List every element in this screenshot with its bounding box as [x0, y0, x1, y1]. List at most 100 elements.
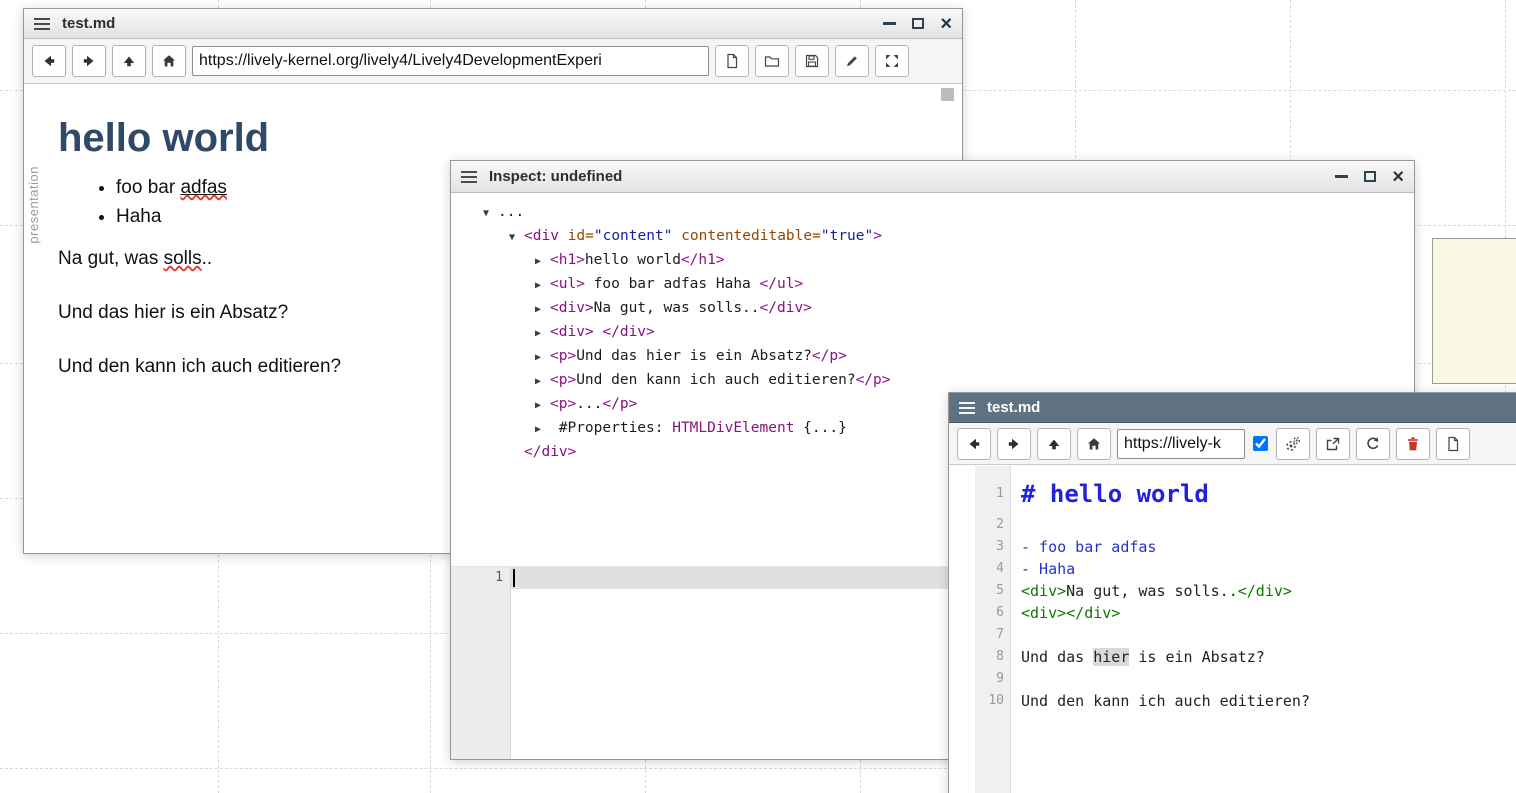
- back-button[interactable]: [957, 428, 991, 460]
- home-button[interactable]: [152, 45, 186, 77]
- presentation-label: presentation: [26, 166, 41, 244]
- code-token: Und den kann ich auch editieren?: [576, 372, 855, 388]
- code-line[interactable]: <div></div>: [1021, 602, 1516, 624]
- code-token: ...: [576, 396, 602, 412]
- disclosure-arrow-icon[interactable]: ▶: [535, 347, 550, 369]
- up-button[interactable]: [112, 45, 146, 77]
- menu-icon[interactable]: [959, 402, 975, 414]
- code-token: </div>: [1238, 582, 1292, 600]
- code-token: >: [873, 228, 882, 244]
- misspelled-word: adfas: [180, 177, 226, 198]
- pencil-icon: [844, 53, 860, 69]
- back-button[interactable]: [32, 45, 66, 77]
- code-token: <ul>: [550, 276, 585, 292]
- code-token: Und den kann ich auch editieren?: [1021, 692, 1310, 710]
- save-button[interactable]: [795, 45, 829, 77]
- disclosure-arrow-icon[interactable]: ▶: [535, 419, 550, 441]
- disclosure-arrow-icon[interactable]: ▶: [535, 251, 550, 273]
- open-external-button[interactable]: [1316, 428, 1350, 460]
- code-token: <p>: [550, 372, 576, 388]
- settings-button[interactable]: [1276, 428, 1310, 460]
- code-token: "content": [594, 228, 673, 244]
- code-line[interactable]: - Haha: [1021, 558, 1516, 580]
- disclosure-arrow-icon[interactable]: ▼: [509, 227, 524, 249]
- forward-button[interactable]: [997, 428, 1031, 460]
- source-code: # hello world - foo bar adfas- Haha<div>…: [1011, 466, 1516, 793]
- code-token: <div></div>: [1021, 604, 1120, 622]
- code-line[interactable]: Und das hier is ein Absatz?: [1021, 646, 1516, 668]
- disclosure-arrow-icon[interactable]: ▼: [483, 203, 498, 225]
- arrow-left-icon: [966, 436, 982, 452]
- line-number: 4: [975, 558, 1004, 580]
- disclosure-arrow-icon[interactable]: ▶: [535, 323, 550, 345]
- code-token: - foo bar adfas: [1021, 538, 1156, 556]
- url-input[interactable]: [192, 46, 709, 76]
- code-token: #Properties:: [550, 420, 672, 436]
- refresh-button[interactable]: [1356, 428, 1390, 460]
- minimize-button[interactable]: [883, 22, 896, 25]
- code-token: </ul>: [760, 276, 804, 292]
- disclosure-arrow-icon[interactable]: ▶: [535, 275, 550, 297]
- code-line[interactable]: <div>Na gut, was solls..</div>: [1021, 580, 1516, 602]
- gutter: [451, 567, 511, 759]
- tree-node[interactable]: ▶<div> </div>: [483, 321, 1414, 345]
- maximize-button[interactable]: [912, 18, 924, 29]
- window-title: Inspect: undefined: [489, 168, 622, 185]
- tree-node[interactable]: ▼...: [483, 201, 1414, 225]
- forward-button[interactable]: [72, 45, 106, 77]
- disclosure-arrow-icon[interactable]: ▶: [535, 395, 550, 417]
- tree-node[interactable]: ▼<div id="content" contenteditable="true…: [483, 225, 1414, 249]
- tree-node[interactable]: ▶<ul> foo bar adfas Haha </ul>: [483, 273, 1414, 297]
- new-file-button[interactable]: [1436, 428, 1470, 460]
- auto-save-checkbox[interactable]: [1253, 436, 1268, 451]
- code-token: <div>: [1021, 582, 1066, 600]
- code-token: <p>: [550, 396, 576, 412]
- menu-icon[interactable]: [461, 171, 477, 183]
- delete-button[interactable]: [1396, 428, 1430, 460]
- refresh-icon: [1365, 436, 1381, 452]
- code-token: [672, 228, 681, 244]
- misspelled-word: solls: [164, 248, 202, 269]
- fullscreen-button[interactable]: [875, 45, 909, 77]
- code-token: </div>: [524, 444, 576, 460]
- tree-node[interactable]: ▶<div>Na gut, was solls..</div>: [483, 297, 1414, 321]
- file-icon: [724, 53, 740, 69]
- scrollbar-thumb[interactable]: [941, 88, 954, 101]
- code-token: ...: [498, 204, 524, 220]
- partial-window: [1432, 238, 1516, 384]
- code-line[interactable]: [1021, 624, 1516, 646]
- line-number: 6: [975, 602, 1004, 624]
- edit-button[interactable]: [835, 45, 869, 77]
- open-folder-button[interactable]: [755, 45, 789, 77]
- tree-node[interactable]: ▶<h1>hello world</h1>: [483, 249, 1414, 273]
- source-editor[interactable]: 12345678910 # hello world - foo bar adfa…: [949, 466, 1516, 793]
- line-number: 3: [975, 536, 1004, 558]
- tree-node[interactable]: ▶<p>Und das hier is ein Absatz?</p>: [483, 345, 1414, 369]
- close-button[interactable]: ×: [940, 14, 952, 34]
- code-line[interactable]: Und den kann ich auch editieren?: [1021, 690, 1516, 712]
- url-input[interactable]: [1117, 429, 1245, 459]
- up-button[interactable]: [1037, 428, 1071, 460]
- code-token: </div>: [760, 300, 812, 316]
- line-number: 10: [975, 690, 1004, 712]
- editor-margin: [949, 466, 975, 793]
- home-button[interactable]: [1077, 428, 1111, 460]
- maximize-button[interactable]: [1364, 171, 1376, 182]
- menu-icon[interactable]: [34, 18, 50, 30]
- disclosure-arrow-icon[interactable]: ▶: [535, 371, 550, 393]
- code-line[interactable]: - foo bar adfas: [1021, 536, 1516, 558]
- code-token: HTMLDivElement: [672, 420, 803, 436]
- code-line[interactable]: [1021, 668, 1516, 690]
- arrow-left-icon: [41, 53, 57, 69]
- code-token: </p>: [602, 396, 637, 412]
- minimize-button[interactable]: [1335, 175, 1348, 178]
- close-button[interactable]: ×: [1392, 167, 1404, 187]
- disclosure-arrow-icon[interactable]: ▶: [535, 299, 550, 321]
- navigation-toolbar: [24, 39, 962, 84]
- code-line[interactable]: # hello world: [1021, 474, 1516, 514]
- new-file-button[interactable]: [715, 45, 749, 77]
- code-line[interactable]: [1021, 514, 1516, 536]
- code-token: # hello world: [1021, 480, 1209, 508]
- line-number: 8: [975, 646, 1004, 668]
- tree-node[interactable]: ▶<p>Und den kann ich auch editieren?</p>: [483, 369, 1414, 393]
